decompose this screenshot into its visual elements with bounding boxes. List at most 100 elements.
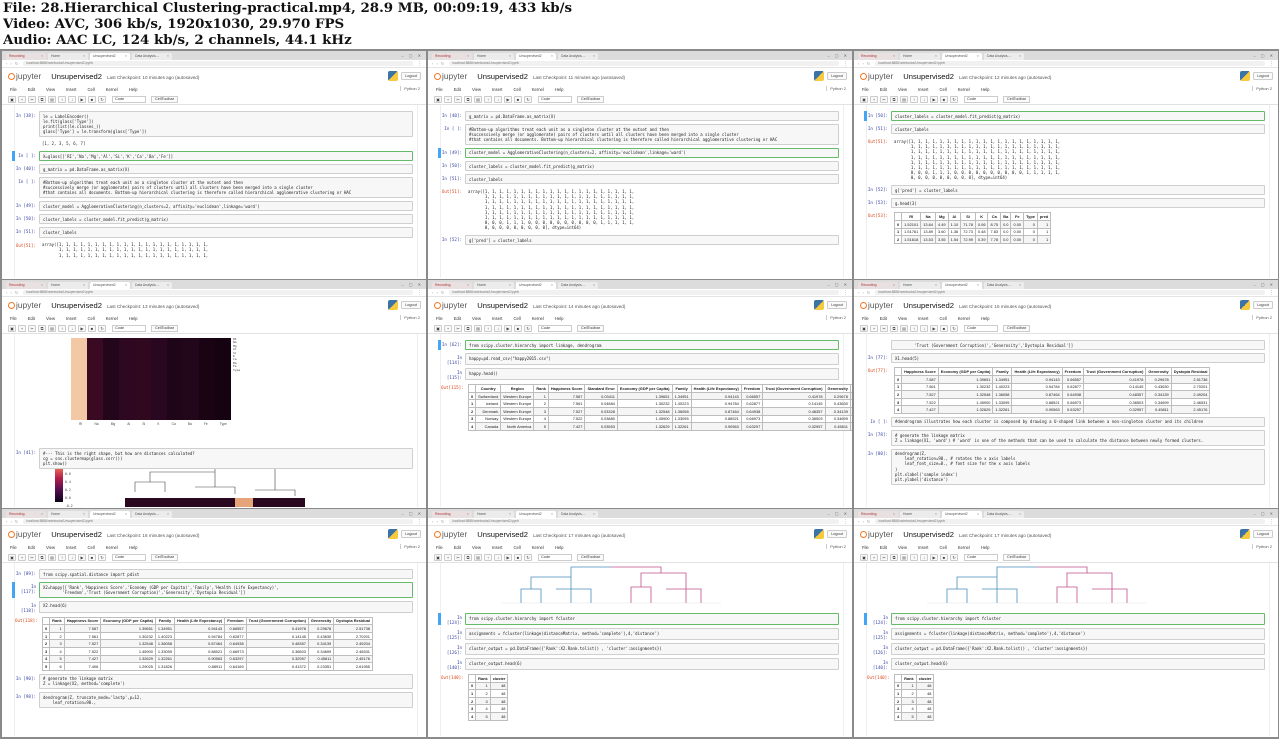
menu-help[interactable]: Help [555,87,564,92]
close-icon[interactable]: × [1019,53,1021,60]
url-input[interactable]: localhost:8888/notebooks/Unsupervised2.i… [449,519,839,524]
menu-help[interactable]: Help [129,87,138,92]
code-input[interactable]: 'Trust (Government Corruption)','Generos… [891,340,1265,351]
code-input[interactable]: X1.head(5) [891,353,1265,364]
browser-tab[interactable]: Unsupervised2 × [90,53,130,60]
browser-menu-icon[interactable]: ⋮ [417,519,422,525]
notebook-cell[interactable]: In [77]: X1.head(5) [867,353,1265,364]
move-up-icon[interactable]: ↑ [58,553,66,561]
stop-icon[interactable]: ■ [514,553,522,561]
notebook-cell[interactable]: Out[115]: Country Region Rank Happiness Scor… [441,383,852,431]
code-input[interactable]: g_matrix = pd.DataFrame.as_matrix(X) [39,164,413,175]
close-icon[interactable]: × [83,282,85,289]
run-icon[interactable]: ▶ [504,324,512,332]
close-icon[interactable]: × [893,53,895,60]
notebook-cell[interactable]: In [49]: cluster_model = AgglomerativeClu… [438,147,839,159]
code-input[interactable]: g['pred'] = cluster_labels [465,235,839,246]
browser-tab[interactable]: Data Analysis-... × [132,53,172,60]
close-icon[interactable]: × [977,282,979,289]
move-down-icon[interactable]: ↓ [68,324,76,332]
notebook-title[interactable]: Unsupervised2 [477,301,528,310]
browser-tab[interactable]: Home × [48,511,88,518]
menu-insert[interactable]: Insert [66,545,76,550]
close-icon[interactable]: × [935,511,937,518]
close-icon[interactable]: × [41,282,43,289]
close-icon[interactable]: × [1019,282,1021,289]
cell-type-select[interactable]: Code [112,95,146,103]
move-up-icon[interactable]: ↑ [58,324,66,332]
close-icon[interactable]: × [467,511,469,518]
notebook-cell[interactable]: In [50]: cluster_labels = cluster_model.f… [864,111,1265,122]
browser-tab[interactable]: Home × [474,53,514,60]
menu-help[interactable]: Help [555,316,564,321]
logout-button[interactable]: Logout [827,301,847,309]
code-input[interactable]: g.head(3) [891,198,1265,209]
move-down-icon[interactable]: ↓ [68,95,76,103]
stop-icon[interactable]: ■ [88,324,96,332]
notebook-cell[interactable]: In [41]: #--- This is the right shape, bu… [15,448,413,469]
move-down-icon[interactable]: ↓ [494,553,502,561]
window-controls-icon[interactable]: – ▢ ✕ [401,509,426,518]
celltoolbar-button[interactable]: CellToolbar [151,324,178,332]
code-input[interactable]: X2.head(6) [39,600,413,613]
notebook-cell[interactable]: Out[118]: Rank Happiness Score Economy (GDP… [15,616,413,671]
jupyter-logo[interactable]: jupyter [860,72,893,81]
celltoolbar-button[interactable]: CellToolbar [577,95,604,103]
cut-icon[interactable]: ✂ [880,324,888,332]
menu-kernel[interactable]: Kernel [106,545,118,550]
logout-button[interactable]: Logout [401,72,421,80]
menu-view[interactable]: View [898,87,907,92]
add-cell-icon[interactable]: + [18,324,26,332]
restart-icon[interactable]: ↻ [950,95,958,103]
logout-button[interactable]: Logout [401,301,421,309]
jupyter-logo[interactable]: jupyter [860,530,893,539]
browser-tab[interactable]: Unsupervised2 × [516,282,556,289]
menu-cell[interactable]: Cell [939,316,946,321]
code-input[interactable]: from scipy.cluster.hierarchy import link… [465,340,839,351]
browser-tab[interactable]: Data Analysis-... × [558,511,598,518]
notebook-cell[interactable]: Out[77]: Happiness Score Economy (GDP per … [867,366,1265,414]
browser-menu-icon[interactable]: ⋮ [417,61,422,67]
browser-tab[interactable]: Unsupervised2 × [90,282,130,289]
menu-help[interactable]: Help [129,545,138,550]
close-icon[interactable]: × [593,282,595,289]
notebook-cell[interactable]: In [78]: # generate the linkage matrix Z … [867,430,1265,446]
close-icon[interactable]: × [593,511,595,518]
run-icon[interactable]: ▶ [504,553,512,561]
notebook-cell[interactable]: In [140]: cluster_output.head(6) [441,658,839,670]
notebook-cell[interactable]: In [52]: g['pred'] = cluster_labels [441,235,839,246]
notebook-cell[interactable]: In [117]: X2=happy[['Rank','Happiness Sco… [12,582,413,598]
notebook-cell[interactable]: In [89]: from scipy.spatial.distance impo… [15,569,413,580]
url-input[interactable]: localhost:8888/notebooks/Unsupervised2.i… [23,290,413,295]
notebook-cell[interactable]: In [49]: cluster_model = AgglomerativeClu… [15,201,413,212]
notebook-title[interactable]: Unsupervised2 [477,530,528,539]
browser-tab[interactable]: Recording × [432,53,472,60]
window-controls-icon[interactable]: – ▢ ✕ [827,280,852,289]
menu-help[interactable]: Help [981,87,990,92]
jupyter-logo[interactable]: jupyter [434,301,467,310]
close-icon[interactable]: × [83,511,85,518]
browser-tab[interactable]: Recording × [6,53,46,60]
close-icon[interactable]: × [41,53,43,60]
paste-icon[interactable]: ▤ [900,95,908,103]
paste-icon[interactable]: ▤ [48,553,56,561]
cut-icon[interactable]: ✂ [454,553,462,561]
notebook-cell[interactable]: 'Trust (Government Corruption)','Generos… [867,340,1265,351]
notebook-cell[interactable]: In [51]: cluster_labels [441,174,839,185]
move-up-icon[interactable]: ↑ [910,95,918,103]
notebook-cell[interactable]: In [ ]: #Bottom-up algorithms treat each … [441,124,839,145]
menu-edit[interactable]: Edit [454,316,461,321]
run-icon[interactable]: ▶ [78,95,86,103]
menu-cell[interactable]: Cell [513,545,520,550]
code-input[interactable]: # generate the linkage matrix Z = linkag… [39,673,413,690]
save-icon[interactable]: ▣ [434,553,442,561]
menu-kernel[interactable]: Kernel [958,545,970,550]
window-controls-icon[interactable]: – ▢ ✕ [827,509,852,518]
close-icon[interactable]: × [167,53,169,60]
menu-insert[interactable]: Insert [492,316,502,321]
cut-icon[interactable]: ✂ [28,95,36,103]
close-icon[interactable]: × [167,511,169,518]
url-input[interactable]: localhost:8888/notebooks/Unsupervised2.i… [449,290,839,295]
add-cell-icon[interactable]: + [444,324,452,332]
code-input[interactable]: cluster_labels [891,124,1265,135]
